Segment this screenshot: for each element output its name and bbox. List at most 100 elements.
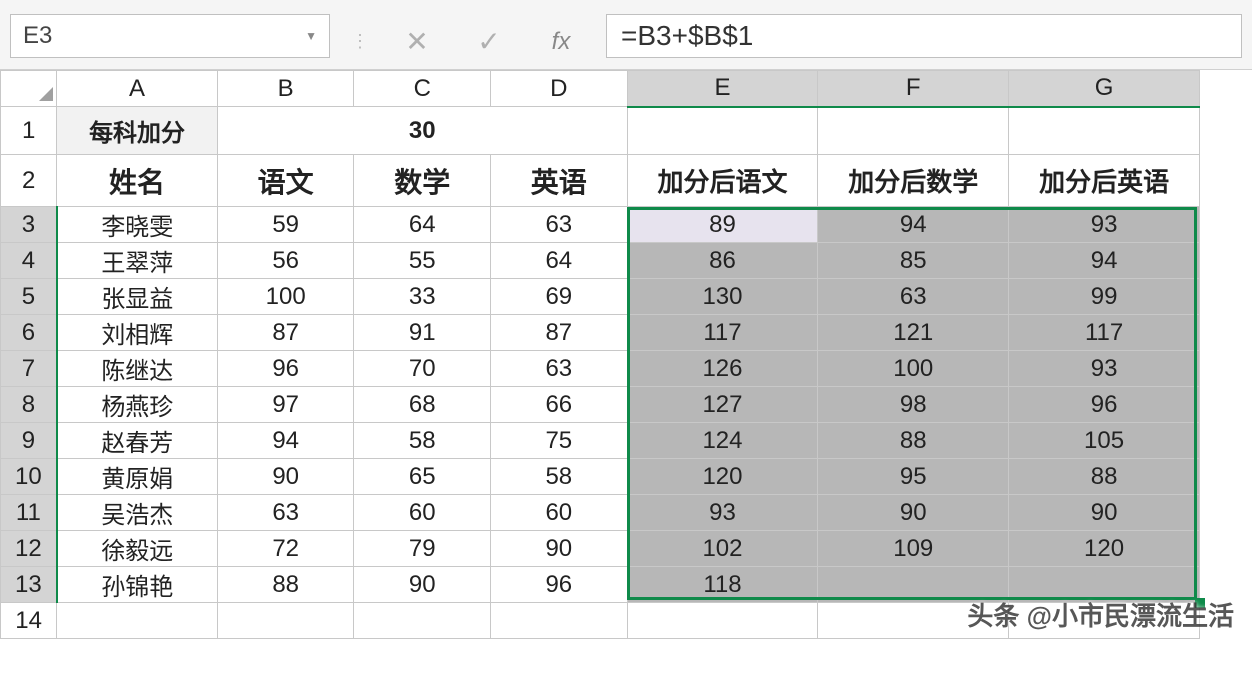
col-header-C[interactable]: C <box>354 71 491 107</box>
cell[interactable]: 63 <box>818 279 1009 315</box>
cell[interactable]: 90 <box>1009 495 1200 531</box>
row-header[interactable]: 14 <box>1 603 57 639</box>
cell[interactable]: 65 <box>354 459 491 495</box>
cell[interactable]: 105 <box>1009 423 1200 459</box>
cell[interactable]: 63 <box>491 207 628 243</box>
cell[interactable]: 99 <box>1009 279 1200 315</box>
cell-F1[interactable] <box>818 107 1009 155</box>
cell[interactable] <box>491 603 628 639</box>
cell[interactable]: 58 <box>354 423 491 459</box>
cell[interactable]: 87 <box>217 315 354 351</box>
cell[interactable]: 120 <box>1009 531 1200 567</box>
cell[interactable]: 120 <box>627 459 818 495</box>
cell[interactable]: 93 <box>627 495 818 531</box>
cell[interactable]: 117 <box>1009 315 1200 351</box>
cell[interactable]: 86 <box>627 243 818 279</box>
cell[interactable]: 95 <box>818 459 1009 495</box>
cell[interactable]: 102 <box>627 531 818 567</box>
grid[interactable]: A B C D E F G 1 每科加分 30 2 姓名 语文 数学 英语 加分… <box>0 70 1200 639</box>
cell[interactable]: 126 <box>627 351 818 387</box>
cell[interactable]: 109 <box>818 531 1009 567</box>
cell[interactable] <box>217 603 354 639</box>
cell[interactable]: 72 <box>217 531 354 567</box>
row-header[interactable]: 11 <box>1 495 57 531</box>
cell[interactable]: 85 <box>818 243 1009 279</box>
cell[interactable]: 90 <box>491 531 628 567</box>
row-header[interactable]: 2 <box>1 155 57 207</box>
cell[interactable]: 70 <box>354 351 491 387</box>
cell[interactable]: 127 <box>627 387 818 423</box>
cell[interactable]: 97 <box>217 387 354 423</box>
row-header[interactable]: 8 <box>1 387 57 423</box>
cell[interactable]: 69 <box>491 279 628 315</box>
cell[interactable]: 93 <box>1009 351 1200 387</box>
cell[interactable]: 75 <box>491 423 628 459</box>
cell[interactable]: 59 <box>217 207 354 243</box>
row-header[interactable]: 6 <box>1 315 57 351</box>
cell[interactable]: 刘相辉 <box>57 315 218 351</box>
cell[interactable]: 陈继达 <box>57 351 218 387</box>
cell[interactable]: 88 <box>1009 459 1200 495</box>
cell[interactable]: 94 <box>217 423 354 459</box>
cell[interactable]: 96 <box>1009 387 1200 423</box>
select-all-corner[interactable] <box>1 71 57 107</box>
row-header[interactable]: 5 <box>1 279 57 315</box>
cell[interactable] <box>627 603 818 639</box>
formula-input[interactable]: =B3+$B$1 <box>606 14 1242 58</box>
col-header-D[interactable]: D <box>491 71 628 107</box>
cell[interactable]: 60 <box>354 495 491 531</box>
col-header-F[interactable]: F <box>818 71 1009 107</box>
cell[interactable]: 60 <box>491 495 628 531</box>
cell[interactable]: 93 <box>1009 207 1200 243</box>
row-header[interactable]: 3 <box>1 207 57 243</box>
cell[interactable]: 55 <box>354 243 491 279</box>
col-header-A[interactable]: A <box>57 71 218 107</box>
col-header-E[interactable]: E <box>627 71 818 107</box>
cell-A1[interactable]: 每科加分 <box>57 107 218 155</box>
cell-A2[interactable]: 姓名 <box>57 155 218 207</box>
cell[interactable]: 121 <box>818 315 1009 351</box>
cell[interactable]: 98 <box>818 387 1009 423</box>
fx-icon[interactable]: fx <box>534 14 588 69</box>
cell-G1[interactable] <box>1009 107 1200 155</box>
cell[interactable]: 100 <box>217 279 354 315</box>
cell-E1[interactable] <box>627 107 818 155</box>
cell[interactable]: 64 <box>491 243 628 279</box>
cell[interactable]: 100 <box>818 351 1009 387</box>
row-header[interactable]: 12 <box>1 531 57 567</box>
cell[interactable]: 张显益 <box>57 279 218 315</box>
cell[interactable]: 96 <box>217 351 354 387</box>
cell[interactable]: 33 <box>354 279 491 315</box>
cell[interactable]: 118 <box>627 567 818 603</box>
cell-B2[interactable]: 语文 <box>217 155 354 207</box>
cell[interactable]: 90 <box>818 495 1009 531</box>
row-header[interactable]: 7 <box>1 351 57 387</box>
row-header[interactable]: 13 <box>1 567 57 603</box>
cell[interactable]: 56 <box>217 243 354 279</box>
cell[interactable]: 91 <box>354 315 491 351</box>
col-header-G[interactable]: G <box>1009 71 1200 107</box>
cell[interactable]: 杨燕珍 <box>57 387 218 423</box>
cell[interactable] <box>57 603 218 639</box>
cell[interactable]: 90 <box>217 459 354 495</box>
row-header[interactable]: 9 <box>1 423 57 459</box>
cell[interactable]: 89 <box>627 207 818 243</box>
cell[interactable]: 赵春芳 <box>57 423 218 459</box>
cell[interactable]: 66 <box>491 387 628 423</box>
confirm-icon[interactable]: ✓ <box>462 14 516 69</box>
cancel-icon[interactable]: ✕ <box>390 14 444 69</box>
cell[interactable]: 王翠萍 <box>57 243 218 279</box>
row-header[interactable]: 10 <box>1 459 57 495</box>
dropdown-icon[interactable]: ▼ <box>305 29 317 43</box>
cell[interactable]: 87 <box>491 315 628 351</box>
col-header-B[interactable]: B <box>217 71 354 107</box>
cell[interactable]: 吴浩杰 <box>57 495 218 531</box>
cell-F2[interactable]: 加分后数学 <box>818 155 1009 207</box>
cell-E2[interactable]: 加分后语文 <box>627 155 818 207</box>
cell[interactable]: 黄原娟 <box>57 459 218 495</box>
cell[interactable]: 63 <box>217 495 354 531</box>
cell[interactable]: 李晓雯 <box>57 207 218 243</box>
cell-D2[interactable]: 英语 <box>491 155 628 207</box>
cell[interactable]: 79 <box>354 531 491 567</box>
row-header[interactable]: 4 <box>1 243 57 279</box>
